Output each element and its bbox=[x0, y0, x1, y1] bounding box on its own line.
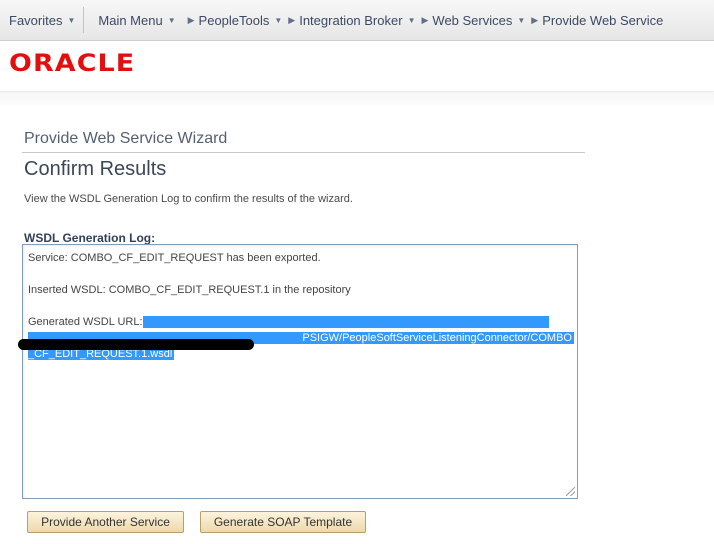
breadcrumb-arrow-icon: ▶ bbox=[187, 14, 195, 25]
wsdl-log-textarea[interactable]: Service: COMBO_CF_EDIT_REQUEST has been … bbox=[22, 244, 578, 499]
selection-highlight bbox=[142, 316, 549, 328]
wsdl-log-label: WSDL Generation Log: bbox=[24, 231, 156, 245]
breadcrumb-web-services[interactable]: Web Services bbox=[432, 0, 512, 40]
generate-soap-template-button[interactable]: Generate SOAP Template bbox=[200, 511, 366, 533]
log-service-line: Service: COMBO_CF_EDIT_REQUEST has been … bbox=[28, 252, 321, 264]
instructions-text: View the WSDL Generation Log to confirm … bbox=[24, 193, 353, 205]
oracle-logo: ORACLE bbox=[9, 49, 136, 77]
breadcrumb-provide-web-service[interactable]: Provide Web Service bbox=[542, 0, 663, 40]
redaction-bar bbox=[18, 339, 254, 350]
breadcrumb-peopletools[interactable]: PeopleTools bbox=[199, 0, 270, 40]
main-menu-label: Main Menu bbox=[98, 12, 163, 28]
main-menu[interactable]: Main Menu ▼ bbox=[92, 0, 181, 40]
breadcrumb-arrow-icon: ▶ bbox=[421, 14, 429, 25]
chevron-down-icon: ▼ bbox=[67, 15, 76, 25]
log-inserted-line: Inserted WSDL: COMBO_CF_EDIT_REQUEST.1 i… bbox=[28, 284, 351, 296]
wizard-title: Provide Web Service Wizard bbox=[24, 130, 228, 147]
header-band bbox=[0, 91, 714, 106]
resize-grip-icon[interactable] bbox=[566, 487, 575, 496]
breadcrumb-integration-broker[interactable]: Integration Broker bbox=[299, 0, 402, 40]
chevron-down-icon: ▼ bbox=[517, 15, 526, 25]
log-generated-line: Generated WSDL URL: bbox=[28, 316, 549, 328]
brand-header: ORACLE bbox=[0, 41, 714, 91]
provide-another-service-button[interactable]: Provide Another Service bbox=[27, 511, 184, 533]
title-divider bbox=[22, 152, 585, 153]
favorites-menu[interactable]: Favorites ▼ bbox=[0, 0, 81, 40]
generated-url-label: Generated WSDL URL: bbox=[28, 316, 143, 328]
favorites-label: Favorites bbox=[9, 12, 63, 28]
breadcrumb-arrow-icon: ▶ bbox=[531, 14, 539, 25]
chevron-down-icon: ▼ bbox=[407, 15, 416, 25]
top-nav-bar: Favorites ▼ Main Menu ▼ ▶ PeopleTools ▼ … bbox=[0, 0, 714, 41]
chevron-down-icon: ▼ bbox=[167, 15, 176, 25]
breadcrumb-arrow-icon: ▶ bbox=[288, 14, 296, 25]
chevron-down-icon: ▼ bbox=[274, 15, 283, 25]
page-title: Confirm Results bbox=[24, 158, 167, 180]
nav-divider bbox=[83, 7, 85, 33]
